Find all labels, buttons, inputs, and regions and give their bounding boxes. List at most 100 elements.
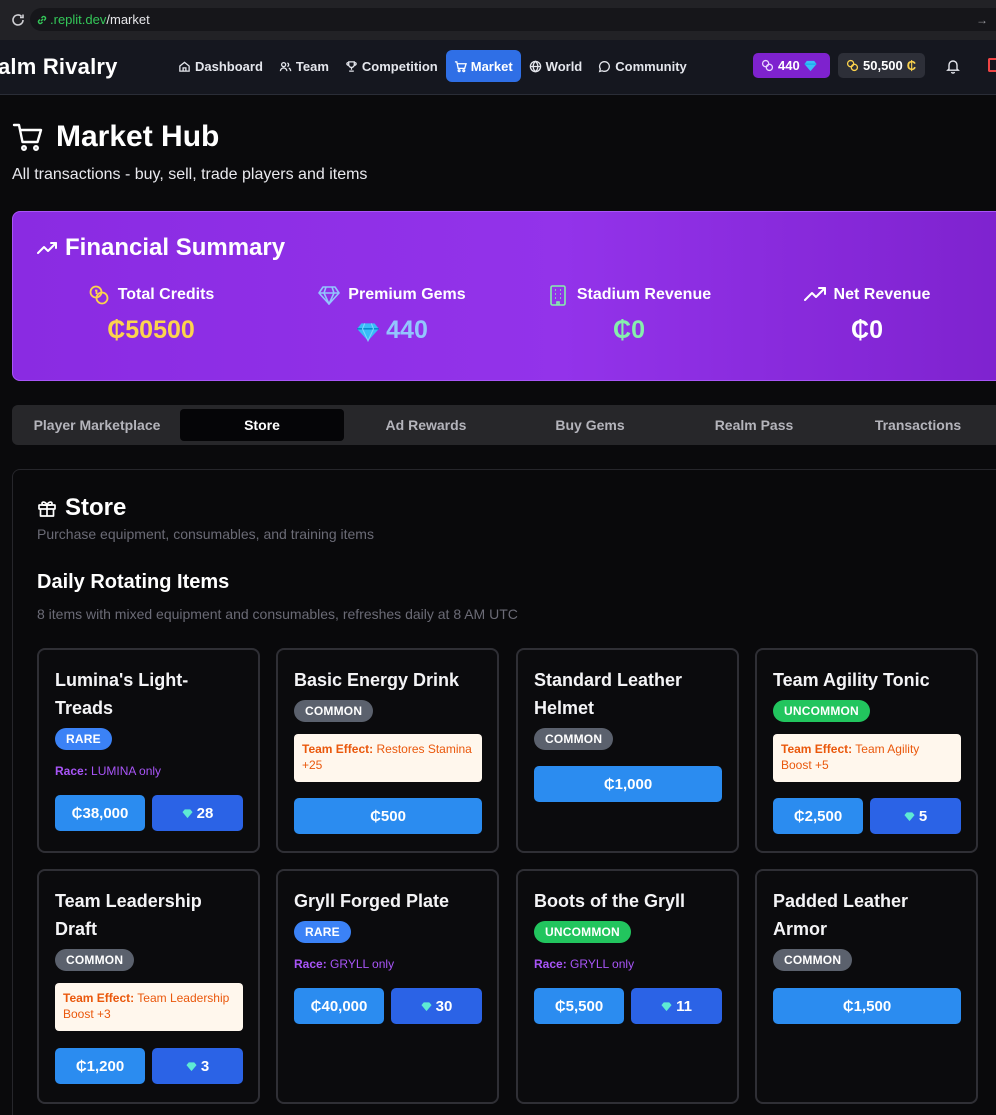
site-info-icon[interactable] bbox=[36, 14, 48, 26]
tab-transactions[interactable]: Transactions bbox=[836, 409, 996, 441]
gift-icon bbox=[38, 501, 56, 517]
tab-realm-pass[interactable]: Realm Pass bbox=[672, 409, 836, 441]
gem-price: 5 bbox=[918, 807, 928, 825]
home-icon bbox=[179, 60, 190, 72]
buy-with-gems-button[interactable]: 3 bbox=[152, 1048, 243, 1084]
buy-with-credits-button[interactable]: ₵38,000 bbox=[55, 795, 145, 831]
reload-icon[interactable] bbox=[10, 12, 26, 28]
tab-ad-rewards[interactable]: Ad Rewards bbox=[344, 409, 508, 441]
store-title: Store bbox=[65, 494, 127, 521]
buy-with-credits-button[interactable]: ₵2,500 bbox=[773, 798, 863, 834]
bell-icon[interactable] bbox=[945, 58, 961, 74]
url-path: /market bbox=[106, 12, 150, 27]
buy-with-credits-button[interactable]: ₵40,000 bbox=[294, 988, 384, 1024]
arrow-right-icon[interactable]: → bbox=[976, 13, 988, 27]
address-bar[interactable]: .replit.dev/market → bbox=[30, 8, 996, 31]
section-title: Daily Rotating Items bbox=[37, 571, 230, 593]
cart-icon bbox=[454, 60, 467, 72]
buy-with-gems-button[interactable]: 11 bbox=[631, 988, 722, 1024]
buy-with-gems-button[interactable]: 5 bbox=[870, 798, 961, 834]
effect-label: Team Effect: bbox=[781, 742, 853, 756]
coins-icon bbox=[846, 59, 859, 72]
financial-summary-title: Financial Summary bbox=[65, 234, 286, 261]
gems-balance[interactable]: 440 bbox=[753, 53, 830, 78]
tab-store[interactable]: Store bbox=[180, 409, 344, 441]
item-card: Gryll Forged Plate RARE Race: GRYLL only… bbox=[276, 869, 499, 1104]
main-nav: Dashboard Team Competition Market World … bbox=[170, 50, 695, 82]
nav-community[interactable]: Community bbox=[590, 50, 695, 82]
gem-price: 11 bbox=[676, 997, 692, 1015]
race-restriction: Race: LUMINA only bbox=[55, 764, 161, 778]
stat-stadium-revenue: Stadium Revenue ₵0 bbox=[529, 284, 729, 345]
page-subtitle: All transactions - buy, sell, trade play… bbox=[12, 166, 368, 183]
race-value: LUMINA only bbox=[91, 764, 162, 778]
message-circle-icon bbox=[599, 60, 611, 72]
coins-icon bbox=[89, 285, 109, 305]
store-panel: Store Purchase equipment, consumables, a… bbox=[12, 469, 996, 1115]
rarity-badge: COMMON bbox=[294, 700, 374, 722]
brand-logo[interactable]: alm Rivalry bbox=[0, 54, 118, 80]
buy-with-gems-button[interactable]: 28 bbox=[152, 795, 243, 831]
credit-symbol-icon: ₵ bbox=[906, 58, 917, 73]
gem-icon bbox=[421, 1001, 432, 1011]
tab-player-marketplace[interactable]: Player Marketplace bbox=[15, 409, 179, 441]
buy-with-gems-button[interactable]: 30 bbox=[391, 988, 482, 1024]
buy-with-credits-button[interactable]: ₵500 bbox=[294, 798, 482, 834]
stat-total-credits: Total Credits ₵50500 bbox=[51, 284, 251, 345]
team-effect: Team Effect: Restores Stamina +25 bbox=[294, 734, 482, 782]
gem-icon bbox=[904, 811, 915, 821]
nav-label: Community bbox=[615, 58, 687, 74]
rarity-badge: RARE bbox=[294, 921, 351, 943]
buy-with-credits-button[interactable]: ₵5,500 bbox=[534, 988, 624, 1024]
nav-team[interactable]: Team bbox=[271, 50, 337, 82]
nav-label: World bbox=[545, 58, 583, 74]
gem-icon bbox=[661, 1001, 672, 1011]
credits-balance[interactable]: 50,500 ₵ bbox=[838, 53, 925, 78]
gem-price: 3 bbox=[200, 1057, 210, 1075]
race-restriction: Race: GRYLL only bbox=[534, 957, 634, 971]
buy-with-credits-button[interactable]: ₵1,200 bbox=[55, 1048, 145, 1084]
effect-label: Team Effect: bbox=[302, 742, 374, 756]
stat-value: ₵0 bbox=[613, 316, 645, 344]
stat-label: Premium Gems bbox=[348, 286, 466, 303]
item-name: Lumina's Light-Treads bbox=[55, 670, 189, 718]
gem-icon bbox=[186, 1061, 197, 1071]
item-name: Boots of the Gryll bbox=[534, 891, 686, 911]
item-card: Boots of the Gryll UNCOMMON Race: GRYLL … bbox=[516, 869, 739, 1104]
url-domain: .replit.dev bbox=[50, 12, 107, 27]
trending-up-icon bbox=[37, 242, 57, 254]
nav-label: Competition bbox=[361, 58, 438, 74]
financial-summary-card: Financial Summary Total Credits ₵50500 P… bbox=[12, 211, 996, 381]
item-name: Gryll Forged Plate bbox=[294, 891, 450, 911]
nav-market[interactable]: Market bbox=[445, 50, 521, 82]
logout-icon[interactable] bbox=[988, 58, 996, 72]
race-value: GRYLL only bbox=[570, 957, 635, 971]
building-icon bbox=[550, 285, 566, 306]
shopping-cart-icon bbox=[12, 123, 43, 152]
gem-price: 30 bbox=[435, 997, 453, 1015]
rarity-badge: RARE bbox=[55, 728, 112, 750]
rarity-badge: UNCOMMON bbox=[534, 921, 631, 943]
race-label: Race: bbox=[55, 764, 88, 778]
nav-dashboard[interactable]: Dashboard bbox=[170, 50, 271, 82]
tab-buy-gems[interactable]: Buy Gems bbox=[508, 409, 672, 441]
team-effect: Team Effect: Team Agility Boost +5 bbox=[773, 734, 961, 782]
buy-with-credits-button[interactable]: ₵1,000 bbox=[534, 766, 722, 802]
team-effect: Team Effect: Team Leadership Boost +3 bbox=[55, 983, 243, 1031]
page-header: Market Hub bbox=[12, 120, 219, 154]
nav-label: Dashboard bbox=[195, 58, 263, 74]
gem-icon bbox=[182, 808, 193, 818]
financial-summary-header: Financial Summary bbox=[37, 234, 285, 262]
buy-with-credits-button[interactable]: ₵1,500 bbox=[773, 988, 961, 1024]
stat-value: ₵50500 bbox=[107, 316, 195, 344]
race-label: Race: bbox=[294, 957, 327, 971]
trophy-icon bbox=[346, 60, 357, 72]
nav-competition[interactable]: Competition bbox=[337, 50, 446, 82]
gems-amount: 440 bbox=[778, 58, 800, 73]
stat-label: Stadium Revenue bbox=[576, 286, 712, 303]
users-icon bbox=[279, 61, 292, 71]
nav-world[interactable]: World bbox=[521, 50, 591, 82]
nav-label: Team bbox=[295, 58, 329, 74]
item-name: Team Leadership Draft bbox=[55, 891, 202, 939]
item-name: Basic Energy Drink bbox=[294, 670, 460, 690]
